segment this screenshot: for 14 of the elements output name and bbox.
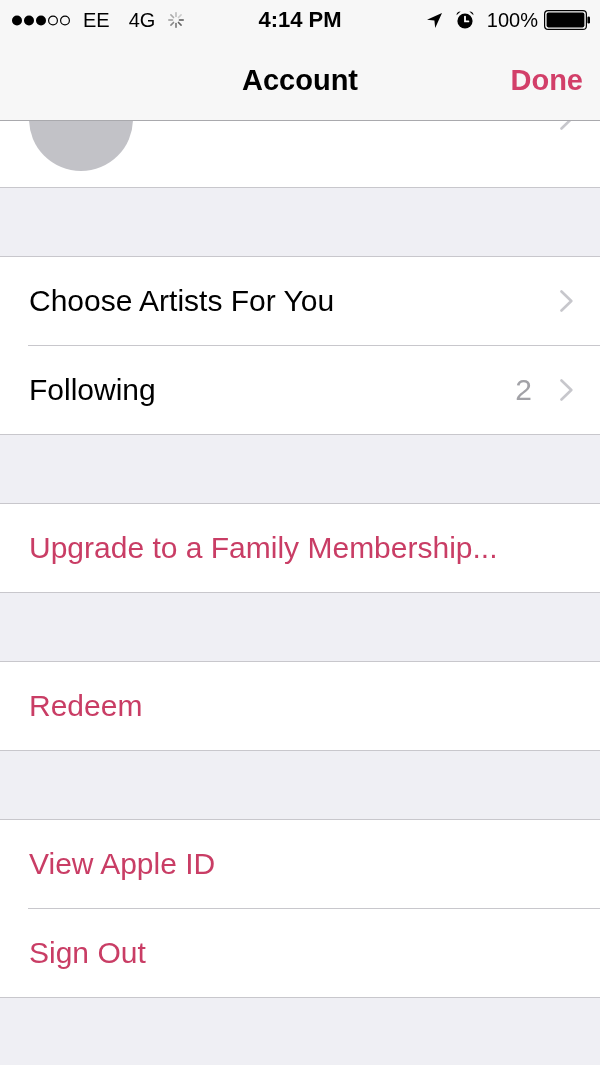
alarm-clock-icon xyxy=(455,11,474,29)
chevron-icon xyxy=(560,379,573,401)
signal-icon xyxy=(12,14,71,26)
screen-title: Account xyxy=(242,63,358,97)
battery-percentage: 100% xyxy=(486,8,538,32)
network-label: 4G xyxy=(128,8,156,32)
location-arrow-icon xyxy=(426,12,442,28)
clock-time: 4:14 PM xyxy=(258,7,342,33)
done-button[interactable]: Done xyxy=(510,63,583,97)
count-label: 2 xyxy=(515,372,532,408)
battery-icon xyxy=(544,10,590,30)
carrier-label: EE xyxy=(83,8,110,32)
chevron-icon xyxy=(560,290,573,312)
activity-spinner-icon xyxy=(168,12,185,28)
